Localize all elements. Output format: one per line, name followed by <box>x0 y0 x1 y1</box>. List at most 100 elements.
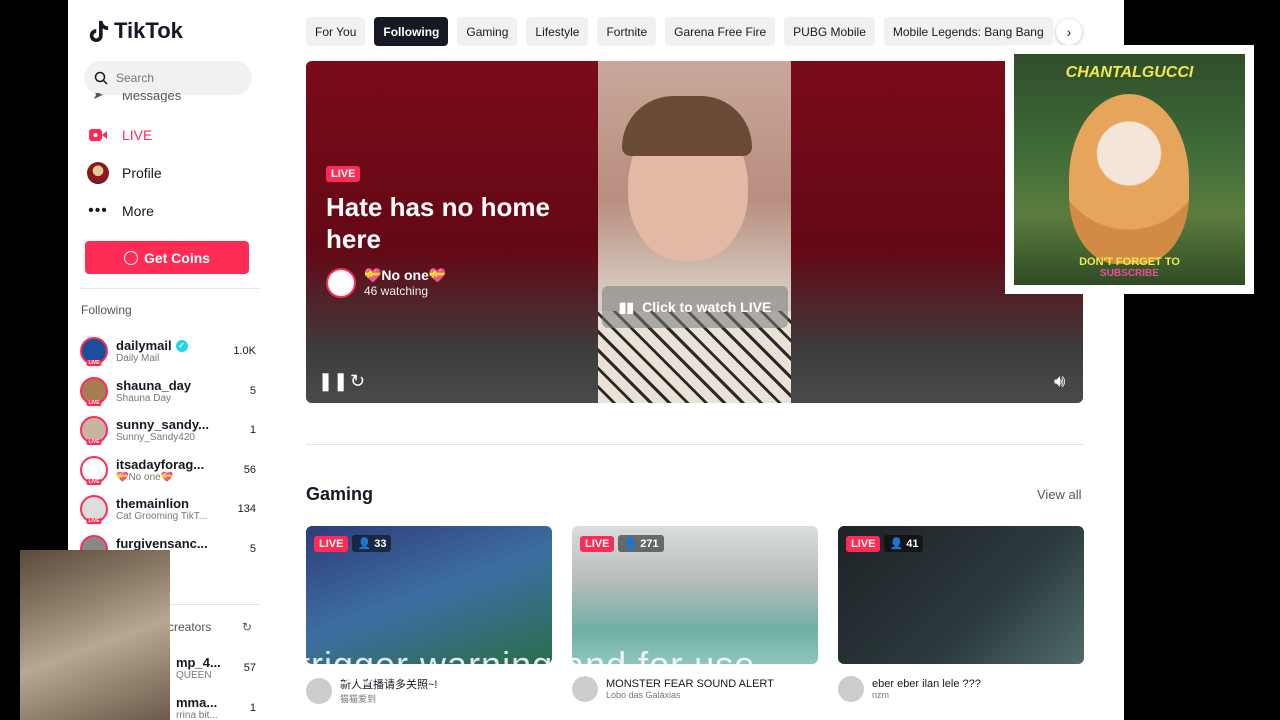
pause-icon[interactable]: ❚❚ <box>318 371 348 392</box>
category-tabs: For You Following Gaming Lifestyle Fortn… <box>306 17 1053 46</box>
nav-more[interactable]: ••• More <box>86 199 154 223</box>
tab-fortnite[interactable]: Fortnite <box>597 17 657 46</box>
stream-title: Hate has no home here <box>326 192 550 254</box>
tab-pubg-mobile[interactable]: PUBG Mobile <box>784 17 875 46</box>
live-badge: LIVE <box>580 535 615 552</box>
following-item[interactable]: LIVE sunny_sandy... Sunny_Sandy420 1 <box>80 412 256 448</box>
stream-video <box>598 61 791 403</box>
coin-icon <box>123 250 138 265</box>
cat-artwork: CHANTALGUCCI DON'T FORGET TO SUBSCRIBE <box>1014 54 1245 285</box>
profile-avatar <box>86 162 110 184</box>
live-badge: LIVE <box>314 535 349 552</box>
following-item-dailymail[interactable]: LIVE dailymail ✓ Daily Mail 1.0K <box>80 333 256 369</box>
suggested-header: creators <box>168 620 212 634</box>
following-name: dailymail <box>116 338 172 353</box>
view-all-link[interactable]: View all <box>1037 487 1082 502</box>
viewer-count: 👤 41 <box>884 535 924 552</box>
streamer-name: 💝No one💝 <box>364 267 447 283</box>
tab-lifestyle[interactable]: Lifestyle <box>526 17 589 46</box>
viewer-count: 👤 33 <box>352 535 392 552</box>
live-tag: LIVE <box>86 518 102 524</box>
live-badge: LIVE <box>326 166 361 182</box>
click-to-watch-button[interactable]: ▮▮ Click to watch LIVE <box>602 286 788 328</box>
following-name: themainlion <box>116 496 189 511</box>
warning-watermark: trigger warning and for use <box>300 644 756 685</box>
nav-live[interactable]: LIVE <box>86 123 152 147</box>
avatar: LIVE <box>80 377 108 406</box>
following-item[interactable]: LIVE themainlion Cat Grooming TikT... 13… <box>80 491 256 527</box>
app-name: TikTok <box>114 18 183 43</box>
nav-live-label: LIVE <box>122 127 153 143</box>
following-sub: Cat Grooming TikT... <box>116 511 208 522</box>
tab-garena-free-fire[interactable]: Garena Free Fire <box>665 17 776 46</box>
search-icon <box>94 71 108 85</box>
following-name: shauna_day <box>116 378 192 393</box>
tab-gaming[interactable]: Gaming <box>457 17 518 46</box>
suggested-sub: rrina bit... <box>176 710 218 720</box>
live-tag: LIVE <box>86 360 102 366</box>
tiktok-logo-icon <box>89 20 109 42</box>
get-coins-button[interactable]: Get Coins <box>85 241 249 274</box>
suggested-count: 57 <box>243 662 256 674</box>
verified-icon: ✓ <box>175 339 188 352</box>
divider <box>306 444 1084 445</box>
tab-mobile-legends[interactable]: Mobile Legends: Bang Bang <box>883 17 1053 46</box>
viewer-count: 👤 271 <box>618 535 664 552</box>
suggested-name: mp_4... <box>176 655 221 670</box>
following-header: Following <box>81 303 132 317</box>
subscribe-overlay: CHANTALGUCCI DON'T FORGET TO SUBSCRIBE <box>1005 45 1254 294</box>
nav-profile-label: Profile <box>122 165 162 181</box>
volume-icon[interactable]: 🔊︎ <box>1054 371 1065 392</box>
card-title: eber eber ilan lele ??? <box>872 678 981 690</box>
refresh-icon[interactable]: ↻ <box>242 620 252 634</box>
suggested-count: 1 <box>249 702 256 714</box>
card-sub: Lobo das Galáxias <box>606 690 681 700</box>
live-icon <box>86 127 110 143</box>
following-name: sunny_sandy... <box>116 417 209 432</box>
card-sub: 猫猫爱到 <box>340 694 377 704</box>
following-item[interactable]: LIVE itsadayforag... 💝No one💝 56 <box>80 452 256 488</box>
tab-following[interactable]: Following <box>374 17 449 46</box>
following-name: furgivensanc... <box>116 536 208 551</box>
refresh-icon[interactable]: ↻ <box>350 371 365 392</box>
featured-live-player[interactable]: LIVE Hate has no home here 💝No one💝 46 w… <box>306 61 1083 403</box>
more-dots-icon: ••• <box>88 202 108 219</box>
live-tag: LIVE <box>86 479 102 485</box>
nav-more-label: More <box>122 203 154 219</box>
search-bar[interactable] <box>84 61 252 95</box>
live-tag: LIVE <box>86 439 102 445</box>
overlay-line2: SUBSCRIBE <box>1100 268 1159 279</box>
card-info[interactable]: eber eber ilan lele ??? nzm <box>838 676 1084 702</box>
watching-count: 46 watching <box>364 284 429 298</box>
following-count: 5 <box>249 543 256 555</box>
get-coins-label: Get Coins <box>143 249 211 266</box>
suggested-sub: QUEEN <box>176 670 212 681</box>
following-name: itsadayforag... <box>116 457 205 472</box>
following-item[interactable]: LIVE shauna_day Shauna Day 5 <box>80 373 256 409</box>
following-sub: 💝No one💝 <box>116 472 174 483</box>
bars-icon: ▮▮ <box>618 298 635 315</box>
following-sub: Shauna Day <box>116 393 172 404</box>
gaming-card[interactable]: LIVE 👤 41 <box>838 526 1084 664</box>
tiktok-live-window: TikTok ➤ Messages LIVE Profile ••• More <box>68 0 1124 720</box>
following-count: 134 <box>237 503 256 515</box>
webcam-cat-overlay <box>20 550 170 720</box>
following-count: 1 <box>249 424 256 436</box>
streamer-info[interactable]: 💝No one💝 46 watching <box>326 267 446 298</box>
avatar: LIVE <box>80 495 108 524</box>
click-to-watch-label: Click to watch LIVE <box>642 299 772 315</box>
following-sub: Sunny_Sandy420 <box>116 432 195 443</box>
following-sub: Daily Mail <box>116 353 160 364</box>
chevron-right-icon[interactable]: › <box>1056 19 1082 45</box>
following-count: 56 <box>243 464 256 476</box>
tab-for-you[interactable]: For You <box>306 17 366 46</box>
avatar: LIVE <box>80 337 108 366</box>
tiktok-logo[interactable]: TikTok <box>88 18 183 44</box>
overlay-line1: DON'T FORGET TO <box>1079 256 1180 268</box>
search-input[interactable] <box>116 71 236 85</box>
live-tag: LIVE <box>86 400 102 406</box>
overlay-title: CHANTALGUCCI <box>1065 64 1194 81</box>
nav-profile[interactable]: Profile <box>86 161 162 185</box>
gaming-section-title: Gaming <box>306 484 374 504</box>
divider <box>80 288 260 289</box>
